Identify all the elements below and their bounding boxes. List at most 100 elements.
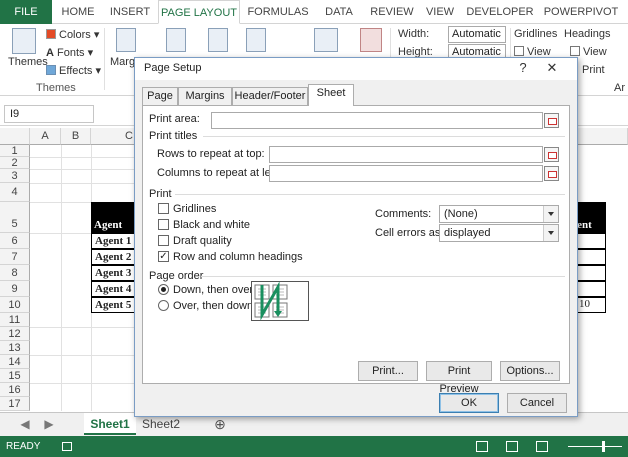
dialog-tab-header-footer[interactable]: Header/Footer: [232, 87, 308, 105]
column-header[interactable]: C: [91, 128, 139, 145]
dialog-tab-margins[interactable]: Margins: [178, 87, 232, 105]
agent-header-cell[interactable]: Agent: [91, 202, 139, 233]
zoom-slider[interactable]: [568, 446, 622, 447]
row-header[interactable]: 5: [0, 202, 30, 233]
row-header[interactable]: 15: [0, 369, 30, 383]
agent-cell[interactable]: Agent 2: [91, 249, 139, 265]
tab-file[interactable]: FILE: [0, 0, 52, 24]
row-column-headings-label: Row and column headings: [173, 251, 303, 263]
select-all-corner[interactable]: [0, 128, 30, 145]
agent-cell[interactable]: Agent 5: [91, 297, 139, 313]
row-header[interactable]: 12: [0, 327, 30, 341]
column-header[interactable]: B: [61, 128, 91, 145]
black-and-white-checkbox[interactable]: [158, 219, 169, 230]
print-titles-icon[interactable]: [360, 28, 382, 52]
gridlines-group-label: Gridlines: [514, 28, 558, 40]
tab-view[interactable]: VIEW: [420, 0, 460, 24]
down-then-over-radio[interactable]: [158, 284, 169, 295]
sheet-tab-sheet1[interactable]: Sheet1: [84, 413, 136, 435]
row-header[interactable]: 1: [0, 145, 30, 157]
orientation-icon[interactable]: [166, 28, 186, 52]
themes-icon[interactable]: [12, 28, 36, 54]
row-header[interactable]: 11: [0, 313, 30, 327]
page-layout-view-icon[interactable]: [506, 441, 518, 452]
effects-icon: [46, 65, 56, 75]
background-icon[interactable]: [314, 28, 338, 52]
row-header[interactable]: 3: [0, 169, 30, 183]
page-break-view-icon[interactable]: [536, 441, 548, 452]
row-header[interactable]: 17: [0, 397, 30, 411]
row-header[interactable]: 13: [0, 341, 30, 355]
scroll-left-icon[interactable]: ◀: [18, 413, 32, 435]
colors-button[interactable]: Colors ▾: [46, 28, 99, 41]
row-header[interactable]: 4: [0, 183, 30, 202]
draft-quality-label: Draft quality: [173, 235, 232, 247]
print-area-icon[interactable]: [246, 28, 266, 52]
cancel-button[interactable]: Cancel: [507, 393, 567, 413]
tab-page-layout[interactable]: PAGE LAYOUT: [158, 0, 240, 24]
normal-view-icon[interactable]: [476, 441, 488, 452]
cell-errors-select[interactable]: displayed: [439, 224, 559, 242]
chevron-down-icon: [543, 206, 558, 222]
zoom-slider-thumb[interactable]: [602, 441, 605, 452]
margins-button[interactable]: Marg: [110, 56, 135, 68]
fonts-icon: A: [46, 47, 54, 59]
comments-select[interactable]: (None): [439, 205, 559, 223]
page-setup-dialog: Page Setup ? ✕ Page Margins Header/Foote…: [134, 57, 578, 417]
rows-to-repeat-input[interactable]: [269, 146, 543, 163]
print-button[interactable]: Print...: [358, 361, 418, 381]
row-header[interactable]: 6: [0, 233, 30, 249]
tab-powerpivot[interactable]: POWERPIVOT: [540, 0, 622, 24]
print-area-input[interactable]: [211, 112, 543, 129]
colors-icon: [46, 29, 56, 39]
section-divider: [203, 136, 565, 137]
columns-to-repeat-collapse-icon[interactable]: [544, 166, 559, 181]
agent-cell[interactable]: Agent 1: [91, 233, 139, 249]
gridline: [61, 145, 62, 411]
row-header[interactable]: 2: [0, 157, 30, 169]
gridlines-checkbox[interactable]: [158, 203, 169, 214]
tab-formulas[interactable]: FORMULAS: [244, 0, 312, 24]
dialog-tab-sheet[interactable]: Sheet: [308, 84, 354, 106]
size-icon[interactable]: [208, 28, 228, 52]
print-preview-button[interactable]: Print Preview: [426, 361, 492, 395]
row-header[interactable]: 14: [0, 355, 30, 369]
fonts-button[interactable]: A Fonts ▾: [46, 46, 93, 59]
print-area-collapse-icon[interactable]: [544, 113, 559, 128]
close-icon[interactable]: ✕: [537, 58, 567, 78]
name-box[interactable]: I9: [4, 105, 94, 123]
column-header[interactable]: A: [30, 128, 61, 145]
agent-cell[interactable]: Agent 4: [91, 281, 139, 297]
over-then-down-radio[interactable]: [158, 300, 169, 311]
row-header[interactable]: 16: [0, 383, 30, 397]
help-icon[interactable]: ?: [513, 58, 533, 78]
row-header[interactable]: 8: [0, 265, 30, 281]
margins-icon[interactable]: [116, 28, 136, 52]
dialog-tab-page[interactable]: Page: [142, 87, 178, 105]
macro-record-icon[interactable]: [62, 442, 72, 451]
row-header[interactable]: 7: [0, 249, 30, 265]
row-header[interactable]: 9: [0, 281, 30, 297]
rows-to-repeat-collapse-icon[interactable]: [544, 147, 559, 162]
arrange-button[interactable]: Ar: [614, 82, 625, 94]
scroll-right-icon[interactable]: ▶: [42, 413, 56, 435]
themes-button[interactable]: Themes: [8, 56, 48, 68]
tab-home[interactable]: HOME: [54, 0, 102, 24]
tab-review[interactable]: REVIEW: [366, 0, 418, 24]
headings-print-checkbox[interactable]: Print: [582, 64, 605, 76]
ok-button[interactable]: OK: [439, 393, 499, 413]
tab-insert[interactable]: INSERT: [104, 0, 156, 24]
status-bar: READY: [0, 436, 628, 457]
options-button[interactable]: Options...: [500, 361, 560, 381]
width-select[interactable]: Automatic: [448, 26, 506, 43]
tab-developer[interactable]: DEVELOPER: [464, 0, 536, 24]
agent-cell[interactable]: Agent 3: [91, 265, 139, 281]
gridline: [30, 383, 140, 384]
draft-quality-checkbox[interactable]: [158, 235, 169, 246]
tab-data[interactable]: DATA: [316, 0, 362, 24]
row-column-headings-checkbox[interactable]: ✓: [158, 251, 169, 262]
row-header[interactable]: 10: [0, 297, 30, 313]
columns-to-repeat-input[interactable]: [269, 165, 543, 182]
dialog-title: Page Setup: [144, 62, 202, 74]
effects-button[interactable]: Effects ▾: [46, 64, 101, 77]
